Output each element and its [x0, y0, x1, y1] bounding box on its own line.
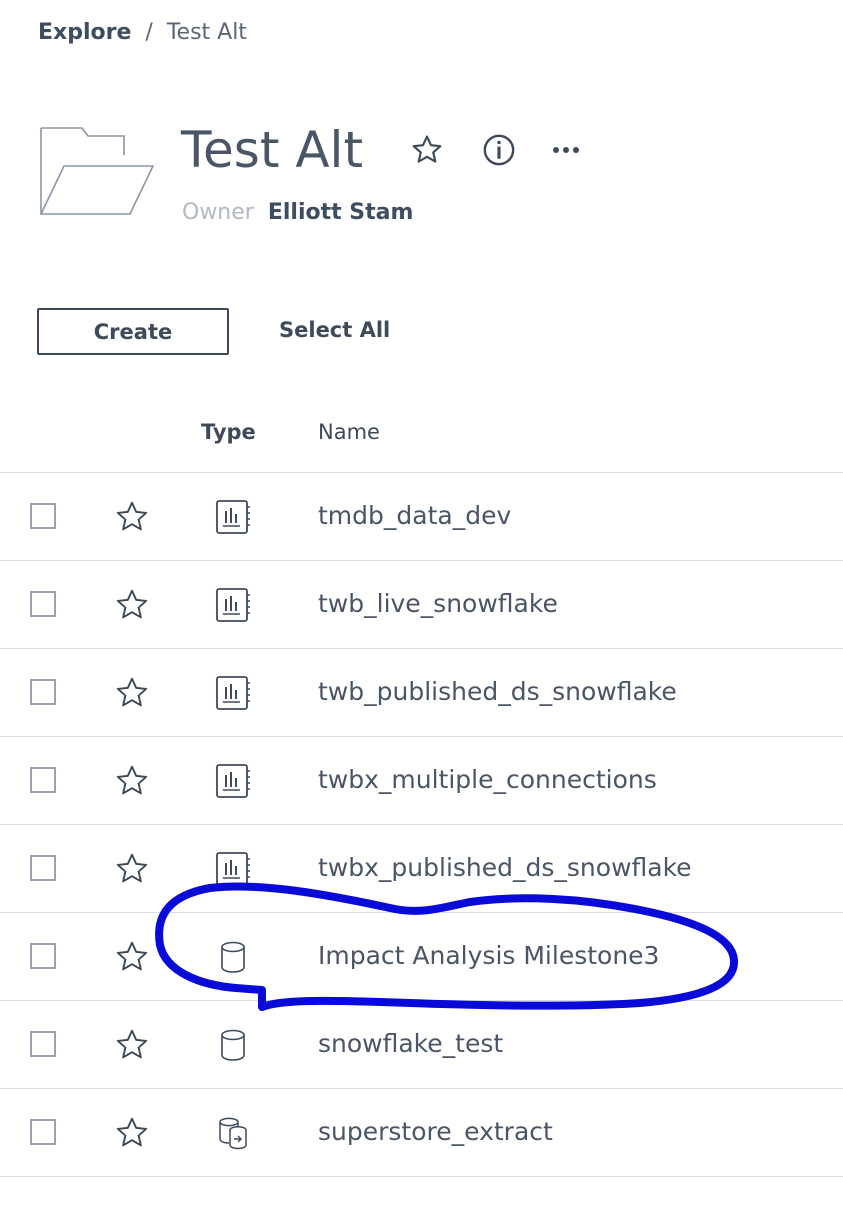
favorite-star-icon[interactable] [114, 1115, 150, 1151]
column-header-name[interactable]: Name [318, 420, 380, 444]
workbook-icon [214, 499, 252, 535]
table-row[interactable]: tmdb_data_dev [0, 473, 843, 561]
info-icon[interactable] [480, 131, 518, 169]
owner-name-link[interactable]: Elliott Stam [268, 200, 414, 225]
row-checkbox[interactable] [30, 767, 56, 793]
favorite-star-icon[interactable] [114, 499, 150, 535]
column-header-type[interactable]: Type [201, 420, 256, 444]
extract-datasource-icon [214, 1115, 252, 1151]
table-row[interactable]: Impact Analysis Milestone3 [0, 913, 843, 1001]
breadcrumb: Explore / Test Alt [38, 16, 247, 48]
workbook-icon [214, 675, 252, 711]
workbook-icon [214, 587, 252, 623]
row-name-link[interactable]: superstore_extract [318, 1117, 553, 1146]
breadcrumb-explore-link[interactable]: Explore [38, 20, 131, 45]
row-checkbox[interactable] [30, 855, 56, 881]
table-row[interactable]: snowflake_test [0, 1001, 843, 1089]
row-name-link[interactable]: Impact Analysis Milestone3 [318, 941, 659, 970]
row-name-link[interactable]: snowflake_test [318, 1029, 503, 1058]
favorite-star-icon[interactable] [114, 763, 150, 799]
table-row[interactable]: twb_live_snowflake [0, 561, 843, 649]
row-name-link[interactable]: twb_live_snowflake [318, 589, 558, 618]
select-all-button[interactable]: Select All [279, 318, 390, 342]
favorite-star-icon[interactable] [114, 1027, 150, 1063]
row-name-link[interactable]: tmdb_data_dev [318, 501, 511, 530]
table-row[interactable]: twbx_published_ds_snowflake [0, 825, 843, 913]
favorite-star-icon[interactable] [114, 675, 150, 711]
datasource-icon [214, 939, 252, 975]
table-row[interactable]: twb_published_ds_snowflake [0, 649, 843, 737]
breadcrumb-current: Test Alt [166, 19, 247, 45]
create-button[interactable]: Create [37, 308, 229, 355]
row-checkbox[interactable] [30, 1119, 56, 1145]
table-row[interactable]: twbx_multiple_connections [0, 737, 843, 825]
favorite-star-icon[interactable] [114, 851, 150, 887]
datasource-icon [214, 1027, 252, 1063]
workbook-icon [214, 851, 252, 887]
row-checkbox[interactable] [30, 943, 56, 969]
favorite-star-icon[interactable] [114, 587, 150, 623]
row-name-link[interactable]: twb_published_ds_snowflake [318, 677, 677, 706]
row-checkbox[interactable] [30, 591, 56, 617]
table-row[interactable]: superstore_extract [0, 1089, 843, 1177]
owner-label: Owner [182, 200, 254, 225]
owner-row: Owner Elliott Stam [182, 200, 413, 225]
row-checkbox[interactable] [30, 679, 56, 705]
more-options-icon[interactable] [547, 131, 585, 169]
row-name-link[interactable]: twbx_published_ds_snowflake [318, 853, 692, 882]
breadcrumb-separator: / [145, 19, 153, 45]
favorite-star-icon[interactable] [408, 131, 446, 169]
row-checkbox[interactable] [30, 1031, 56, 1057]
page-title: Test Alt [181, 121, 364, 179]
row-name-link[interactable]: twbx_multiple_connections [318, 765, 657, 794]
row-checkbox[interactable] [30, 503, 56, 529]
content-list: tmdb_data_dev twb_live_snowflake twb_publi… [0, 473, 843, 1177]
folder-icon [39, 127, 155, 215]
favorite-star-icon[interactable] [114, 939, 150, 975]
workbook-icon [214, 763, 252, 799]
